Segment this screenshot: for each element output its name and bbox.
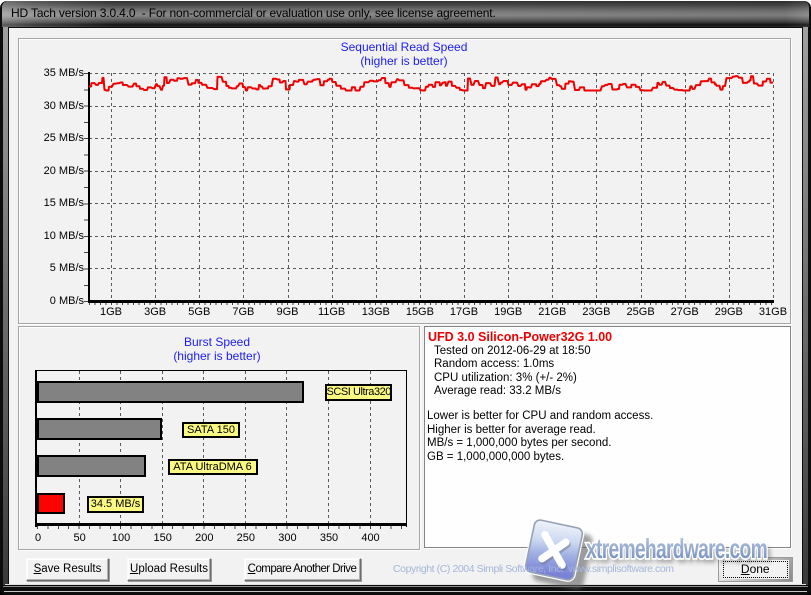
svg-text:xtremehardware.com: xtremehardware.com [586, 533, 767, 564]
